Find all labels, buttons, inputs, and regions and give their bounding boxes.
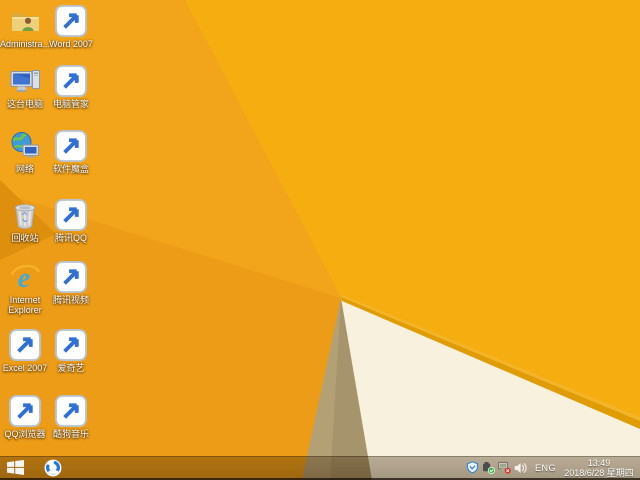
desktop-icon-tencent-video[interactable]: 腾讯视频 (39, 261, 103, 305)
shortcut-arrow-icon (55, 65, 87, 97)
windows-logo-icon (7, 460, 24, 475)
shortcut-arrow-icon (9, 329, 41, 361)
recycle-bin-icon (9, 199, 41, 231)
shortcut-arrow-icon (55, 5, 87, 37)
globe-monitor-icon (9, 130, 41, 162)
shortcut-arrow-icon (55, 329, 87, 361)
language-indicator[interactable]: ENG (535, 463, 556, 473)
desktop-icon-iqiyi[interactable]: iQIYI 爱奇艺 (39, 329, 103, 373)
taskbar: ENG 13:49 2018/6/28 星期四 (0, 456, 640, 480)
desktop-icon-label: 电脑管家 (39, 99, 103, 109)
taskbar-qq-browser-button[interactable] (38, 457, 68, 478)
desktop-icon-label: 腾讯QQ (39, 233, 103, 243)
desktop-icon-word-2007[interactable]: W Word 2007 (39, 5, 103, 49)
kugou-icon: K (55, 395, 87, 427)
qq-browser-icon (9, 395, 41, 427)
tray-network-disconnected-icon[interactable] (497, 457, 512, 478)
tray-volume-icon[interactable] (513, 457, 528, 478)
desktop-icon-label: 腾讯视频 (39, 295, 103, 305)
desktop-icon-kugou-music[interactable]: K 酷狗音乐 (39, 395, 103, 439)
tray-clock[interactable]: 13:49 2018/6/28 星期四 (562, 458, 636, 478)
user-folder-icon (9, 5, 41, 37)
excel-icon: X (9, 329, 41, 361)
word-icon: W (55, 5, 87, 37)
shield-check-icon (55, 65, 87, 97)
tray-time: 13:49 (562, 458, 636, 468)
desktop-icon-label: 酷狗音乐 (39, 429, 103, 439)
qq-penguin-icon (55, 199, 87, 231)
tray-device-safely-remove-icon[interactable] (481, 457, 496, 478)
desktop-icon-tencent-qq[interactable]: 腾讯QQ (39, 199, 103, 243)
tray-pc-manager-icon[interactable] (465, 457, 480, 478)
shortcut-arrow-icon (55, 199, 87, 231)
desktop-icon-label: Word 2007 (39, 39, 103, 49)
start-button[interactable] (0, 457, 30, 478)
qq-browser-icon (43, 458, 63, 478)
desktop-icon-label: 爱奇艺 (39, 363, 103, 373)
tray-date: 2018/6/28 星期四 (562, 468, 636, 478)
shortcut-arrow-icon (55, 261, 87, 293)
system-tray: ENG 13:49 2018/6/28 星期四 (465, 457, 640, 478)
desktop-icon-software-box[interactable]: e 软件魔盒 (39, 130, 103, 174)
play-icon (55, 261, 87, 293)
desktop: Administra... W Word 2007 (0, 0, 640, 480)
desktop-icon-pc-manager[interactable]: 电脑管家 (39, 65, 103, 109)
shortcut-arrow-icon (55, 130, 87, 162)
ie-icon: e (9, 261, 41, 293)
shortcut-arrow-icon (55, 395, 87, 427)
desktop-icon-label: 软件魔盒 (39, 164, 103, 174)
shortcut-arrow-icon (9, 395, 41, 427)
computer-icon (9, 65, 41, 97)
box-icon: e (55, 130, 87, 162)
iqiyi-icon: iQIYI (55, 329, 87, 361)
